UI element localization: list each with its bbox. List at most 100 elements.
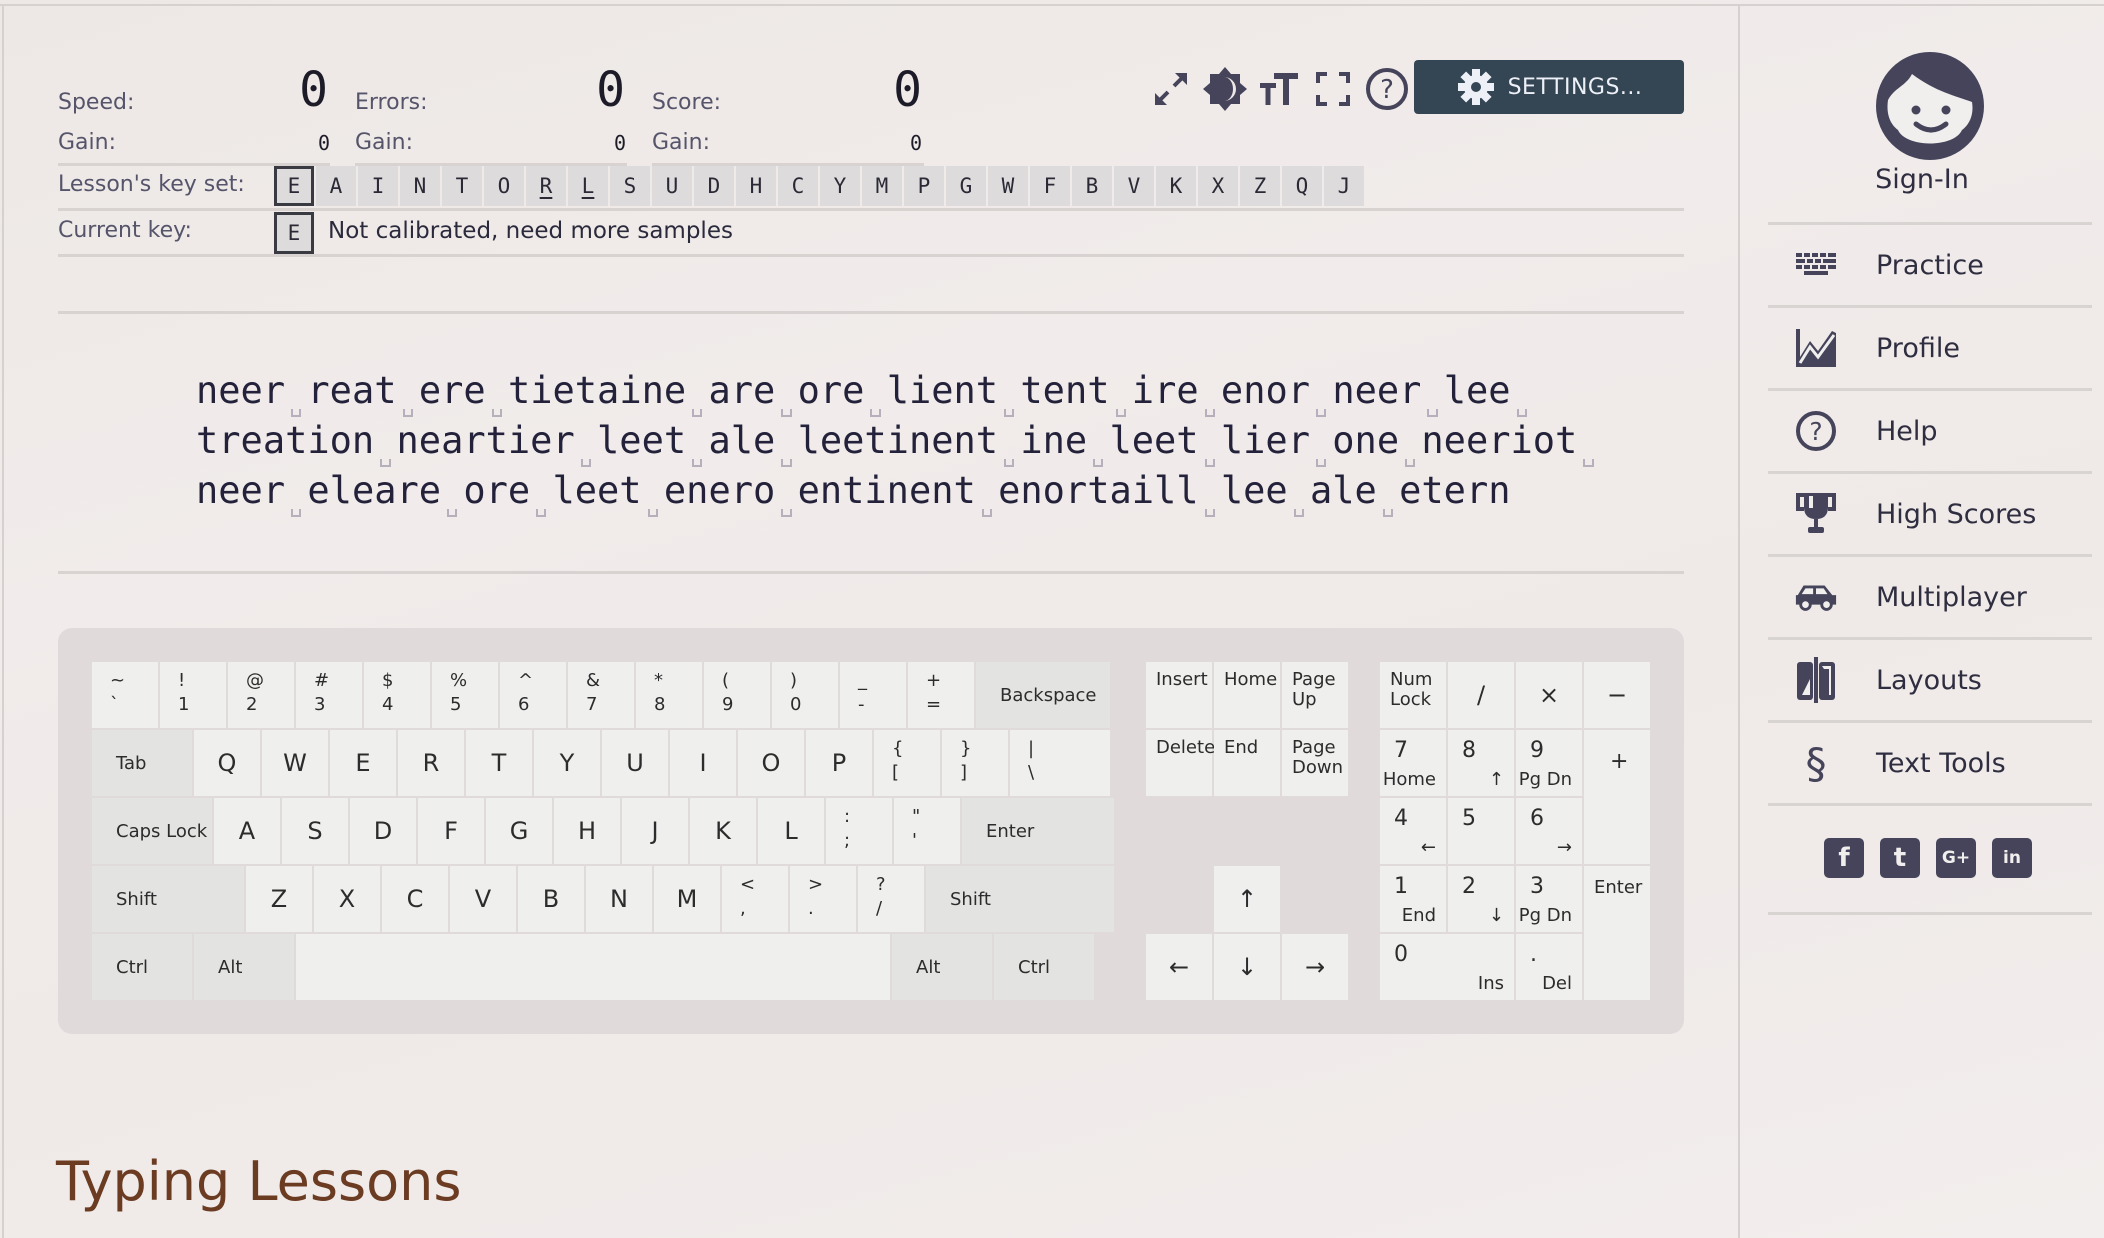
key-[interactable]: ~ `: [92, 662, 158, 728]
key-5[interactable]: % 5: [432, 662, 498, 728]
google-plus-icon[interactable]: G+: [1936, 838, 1976, 878]
key-arrow-right[interactable]: →: [1282, 934, 1348, 1000]
key-r[interactable]: R: [398, 730, 464, 796]
key-space[interactable]: [296, 934, 890, 1000]
key-shift[interactable]: Shift: [92, 866, 244, 932]
sidebar-item-help[interactable]: ? Help: [1768, 391, 2092, 471]
key-4[interactable]: $4: [364, 662, 430, 728]
key-w[interactable]: W: [262, 730, 328, 796]
key-[interactable]: + =: [908, 662, 974, 728]
sidebar-item-practice[interactable]: Practice: [1768, 225, 2092, 305]
key-o[interactable]: O: [738, 730, 804, 796]
fullscreen-icon[interactable]: [1310, 66, 1356, 112]
key-numpad-multiply[interactable]: ×: [1516, 662, 1582, 728]
key-home[interactable]: Home: [1214, 662, 1280, 728]
key-3[interactable]: #3: [296, 662, 362, 728]
key-numpad-7[interactable]: 7 Home: [1380, 730, 1446, 796]
key-numpad-1[interactable]: 1 End: [1380, 866, 1446, 932]
key-z[interactable]: Z: [246, 866, 312, 932]
key-p[interactable]: P: [806, 730, 872, 796]
sidebar-item-high-scores[interactable]: High Scores: [1768, 474, 2092, 554]
key-[interactable]: | \: [1010, 730, 1110, 796]
key-q[interactable]: Q: [194, 730, 260, 796]
key-a[interactable]: A: [214, 798, 280, 864]
key-n[interactable]: N: [586, 866, 652, 932]
key-f[interactable]: F: [418, 798, 484, 864]
key-h[interactable]: H: [554, 798, 620, 864]
expand-icon[interactable]: [1148, 66, 1194, 112]
key-e[interactable]: E: [330, 730, 396, 796]
linkedin-icon[interactable]: in: [1992, 838, 2032, 878]
key-[interactable]: ? /: [858, 866, 924, 932]
key-9[interactable]: (9: [704, 662, 770, 728]
key-ctrl[interactable]: Ctrl: [92, 934, 192, 1000]
key-8[interactable]: * 8: [636, 662, 702, 728]
key-alt[interactable]: Alt: [194, 934, 294, 1000]
key-v[interactable]: V: [450, 866, 516, 932]
key-numpad-2[interactable]: 2 ↓: [1448, 866, 1514, 932]
key-delete[interactable]: Delete: [1146, 730, 1215, 796]
key-x[interactable]: X: [314, 866, 380, 932]
key-u[interactable]: U: [602, 730, 668, 796]
key-numpad-dot[interactable]: . Del: [1516, 934, 1582, 1000]
key-shift[interactable]: Shift: [926, 866, 1114, 932]
key-numpad-6[interactable]: 6 →: [1516, 798, 1582, 864]
key-arrow-left[interactable]: ←: [1146, 934, 1212, 1000]
key-numpad-4[interactable]: 4 ←: [1380, 798, 1446, 864]
sidebar-item-multiplayer[interactable]: Multiplayer: [1768, 557, 2092, 637]
key-k[interactable]: K: [690, 798, 756, 864]
settings-button[interactable]: SETTINGS...: [1414, 60, 1684, 114]
key-2[interactable]: @2: [228, 662, 294, 728]
key-alt[interactable]: Alt: [892, 934, 992, 1000]
key-page-up[interactable]: Page Up: [1282, 662, 1348, 728]
key-numpad-minus[interactable]: −: [1584, 662, 1650, 728]
key-c[interactable]: C: [382, 866, 448, 932]
key-0[interactable]: ) 0: [772, 662, 838, 728]
key-tab[interactable]: Tab: [92, 730, 192, 796]
key-num-lock[interactable]: Num Lock: [1380, 662, 1446, 728]
key-page-down[interactable]: Page Down: [1282, 730, 1348, 796]
key-y[interactable]: Y: [534, 730, 600, 796]
key-end[interactable]: End: [1214, 730, 1280, 796]
twitter-icon[interactable]: t: [1880, 838, 1920, 878]
font-size-icon[interactable]: [1256, 66, 1302, 112]
key-numpad-enter[interactable]: Enter: [1584, 866, 1650, 1000]
sidebar-item-layouts[interactable]: Layouts: [1768, 640, 2092, 720]
key-backspace[interactable]: Backspace: [976, 662, 1110, 728]
lesson-text[interactable]: neer reat ere tietaine are ore lient tent ire eno…: [196, 366, 1600, 517]
key-numpad-8[interactable]: 8 ↑: [1448, 730, 1514, 796]
key-d[interactable]: D: [350, 798, 416, 864]
key-[interactable]: >.: [790, 866, 856, 932]
key-ctrl[interactable]: Ctrl: [994, 934, 1094, 1000]
key-g[interactable]: G: [486, 798, 552, 864]
key-[interactable]: :;: [826, 798, 892, 864]
key-numpad-divide[interactable]: /: [1448, 662, 1514, 728]
key-capslock[interactable]: Caps Lock: [92, 798, 212, 864]
key-6[interactable]: ^ 6: [500, 662, 566, 728]
key-enter[interactable]: Enter: [962, 798, 1114, 864]
key-[interactable]: }]: [942, 730, 1008, 796]
key-i[interactable]: I: [670, 730, 736, 796]
key-[interactable]: {[: [874, 730, 940, 796]
theme-toggle-icon[interactable]: [1202, 66, 1248, 112]
key-arrow-up[interactable]: ↑: [1214, 866, 1280, 932]
sidebar-item-profile[interactable]: Profile: [1768, 308, 2092, 388]
key-m[interactable]: M: [654, 866, 720, 932]
key-b[interactable]: B: [518, 866, 584, 932]
key-numpad-5[interactable]: 5: [1448, 798, 1514, 864]
key-[interactable]: _ -: [840, 662, 906, 728]
key-[interactable]: " ': [894, 798, 960, 864]
key-insert[interactable]: Insert: [1146, 662, 1212, 728]
key-s[interactable]: S: [282, 798, 348, 864]
help-icon[interactable]: ?: [1364, 66, 1410, 112]
key-l[interactable]: L: [758, 798, 824, 864]
facebook-icon[interactable]: f: [1824, 838, 1864, 878]
key-t[interactable]: T: [466, 730, 532, 796]
key-numpad-plus[interactable]: +: [1584, 730, 1650, 864]
avatar[interactable]: [1876, 52, 1984, 160]
sign-in-link[interactable]: Sign-In: [1740, 164, 2104, 195]
sidebar-item-text-tools[interactable]: § Text Tools: [1768, 723, 2092, 803]
key-7[interactable]: & 7: [568, 662, 634, 728]
key-arrow-down[interactable]: ↓: [1214, 934, 1280, 1000]
key-numpad-0[interactable]: 0 Ins: [1380, 934, 1514, 1000]
